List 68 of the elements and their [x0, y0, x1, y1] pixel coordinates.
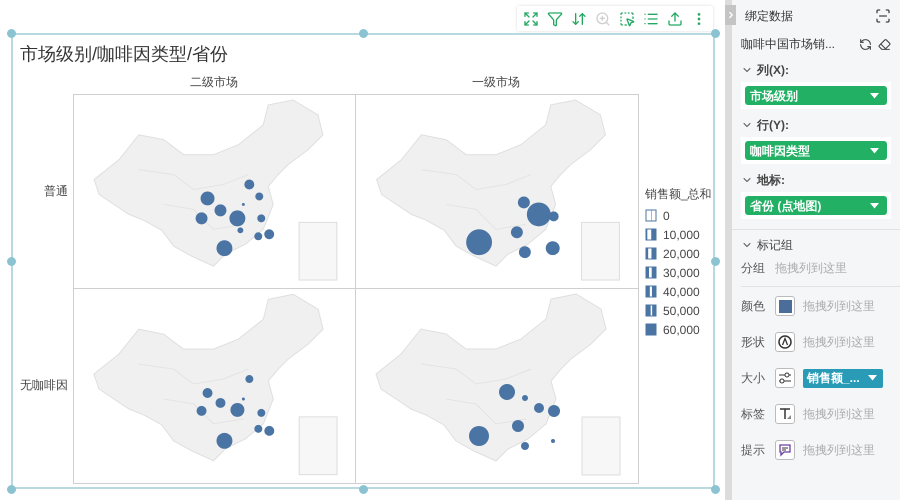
column-header: 一级市场: [472, 74, 520, 91]
filter-icon[interactable]: [547, 10, 563, 26]
caret-icon: [870, 202, 879, 208]
marks-label: 标记组: [757, 237, 793, 254]
shape-icon[interactable]: [775, 332, 795, 352]
legend-size-icon: [645, 304, 657, 317]
row-header: 无咖啡因: [20, 377, 68, 394]
panel-title: 绑定数据: [745, 8, 793, 25]
row-header: 普通: [44, 183, 68, 200]
resize-handle[interactable]: [7, 29, 16, 38]
collapse-tab[interactable]: [725, 5, 736, 25]
legend-title: 销售额_总和: [645, 186, 712, 203]
channel-label: 标签: [741, 406, 766, 423]
drop-field[interactable]: 拖拽列到这里: [803, 297, 875, 315]
legend-size-icon: [645, 209, 657, 222]
legend-size-icon: [645, 266, 657, 279]
channel-label: 提示: [741, 442, 766, 459]
resize-handle[interactable]: [359, 29, 368, 38]
legend-size-icon: [645, 247, 657, 260]
resize-handle[interactable]: [359, 485, 368, 494]
legend-label: 10,000: [663, 226, 700, 244]
legend-label: 20,000: [663, 246, 700, 262]
shelf-label: 列(X):: [757, 62, 789, 79]
size-slider-icon[interactable]: [775, 368, 795, 388]
resize-handle[interactable]: [7, 257, 16, 266]
caret-icon: [870, 148, 879, 154]
drop-field[interactable]: 拖拽列到这里: [775, 259, 847, 277]
shelf-label: 行(Y):: [757, 117, 789, 134]
chart-title: 市场级别/咖啡因类型/省份: [20, 43, 230, 65]
channel-label: 大小: [741, 370, 766, 387]
color-swatch-icon[interactable]: [775, 296, 795, 316]
legend-size-icon: [645, 285, 657, 298]
resize-handle[interactable]: [711, 29, 720, 38]
channel-label: 形状: [741, 334, 766, 351]
eraser-icon[interactable]: [878, 38, 891, 50]
selection-icon[interactable]: [619, 10, 635, 26]
group-label: 分组: [741, 260, 765, 277]
legend-size-icon: [645, 228, 657, 241]
shelf-label: 地标:: [757, 172, 785, 189]
caret-icon: [868, 375, 877, 381]
field-pill[interactable]: 销售额_...: [803, 368, 883, 388]
drop-field[interactable]: 拖拽列到这里: [803, 333, 875, 351]
legend-label: 60,000: [663, 322, 700, 338]
column-header: 二级市场: [190, 74, 238, 91]
resize-handle[interactable]: [711, 485, 720, 494]
legend-label: 40,000: [663, 284, 700, 300]
drop-field[interactable]: 拖拽列到这里: [803, 441, 875, 459]
channel-label: 颜色: [741, 298, 766, 315]
field-pill[interactable]: 咖啡因类型: [745, 141, 887, 160]
legend-size-icon: [645, 323, 657, 336]
export-icon[interactable]: [667, 10, 683, 26]
legend-label: 50,000: [663, 302, 700, 320]
legend-label: 30,000: [663, 264, 700, 282]
expand-icon[interactable]: [523, 10, 539, 26]
swap-icon[interactable]: [571, 10, 587, 26]
tooltip-icon[interactable]: [775, 440, 795, 460]
list-icon[interactable]: [643, 10, 659, 26]
resize-handle[interactable]: [711, 257, 720, 266]
field-pill[interactable]: 省份 (点地图): [745, 196, 887, 215]
caret-icon: [870, 92, 879, 98]
resize-handle[interactable]: [7, 485, 16, 494]
drop-field[interactable]: 拖拽列到这里: [803, 405, 875, 423]
refresh-icon[interactable]: [859, 38, 872, 50]
legend-label: 0: [663, 208, 670, 224]
scan-icon[interactable]: [875, 8, 891, 24]
label-icon[interactable]: [775, 404, 795, 424]
dataset-name: 咖啡中国市场销...: [741, 36, 836, 53]
field-pill[interactable]: 市场级别: [745, 86, 887, 105]
